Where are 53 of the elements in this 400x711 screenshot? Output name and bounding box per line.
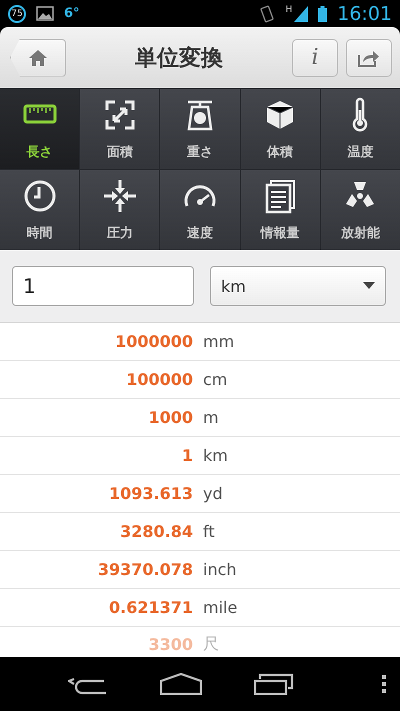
notification-badge: 75 bbox=[8, 4, 26, 22]
temperature-text: 6° bbox=[64, 6, 80, 21]
category-tab[interactable]: 速度 bbox=[160, 170, 240, 250]
result-value: 1000 bbox=[147, 408, 193, 427]
home-nav-button[interactable] bbox=[160, 673, 202, 695]
signal-icon bbox=[294, 6, 308, 22]
category-tab[interactable]: 重さ bbox=[160, 89, 240, 169]
result-value: 1093.613 bbox=[108, 484, 193, 503]
category-tab[interactable]: 情報量 bbox=[240, 170, 320, 250]
recent-apps-button[interactable] bbox=[254, 673, 294, 695]
result-value: 3300 bbox=[147, 634, 193, 654]
category-tab[interactable]: 時間 bbox=[0, 170, 80, 250]
unit-dropdown[interactable]: km bbox=[210, 266, 386, 306]
home-icon bbox=[28, 48, 48, 66]
unit-label: mile bbox=[203, 598, 238, 617]
network-type-text: H bbox=[285, 5, 292, 15]
unit-label: ft bbox=[203, 522, 215, 541]
result-value: 0.621371 bbox=[108, 598, 193, 617]
category-tab[interactable]: 圧力 bbox=[80, 170, 160, 250]
category-tab[interactable]: 温度 bbox=[320, 89, 400, 169]
home-icon bbox=[160, 673, 202, 695]
category-tab[interactable]: 面積 bbox=[80, 89, 160, 169]
category-tab[interactable]: 体積 bbox=[240, 89, 320, 169]
unit-label: km bbox=[203, 446, 228, 465]
unit-label: yd bbox=[203, 484, 223, 503]
clock-icon bbox=[22, 178, 58, 214]
vibrate-icon bbox=[259, 4, 276, 22]
result-value: 3280.84 bbox=[119, 522, 193, 541]
menu-icon bbox=[382, 675, 386, 693]
share-button[interactable] bbox=[346, 38, 392, 76]
clock-time: 16:01 bbox=[337, 2, 392, 24]
category-tab[interactable]: 長さ bbox=[0, 89, 80, 169]
unit-label: 尺 bbox=[203, 634, 219, 654]
dropdown-caret-icon bbox=[363, 282, 375, 290]
unit-label: m bbox=[203, 408, 219, 427]
category-tab[interactable]: 放射能 bbox=[320, 170, 400, 250]
battery-icon bbox=[318, 6, 328, 22]
result-value: 1000000 bbox=[114, 332, 193, 351]
home-button[interactable] bbox=[10, 38, 66, 76]
app-title: 単位変換 bbox=[134, 44, 224, 72]
share-icon bbox=[358, 48, 380, 66]
unit-label: inch bbox=[203, 560, 237, 579]
unit-label: mm bbox=[203, 332, 234, 351]
recent-apps-icon bbox=[254, 673, 294, 695]
result-value: 1 bbox=[180, 446, 193, 465]
value-input[interactable]: 1 bbox=[12, 266, 194, 306]
image-icon bbox=[36, 6, 54, 21]
result-value: 39370.078 bbox=[96, 560, 193, 579]
info-button[interactable]: i bbox=[292, 38, 338, 76]
result-value: 100000 bbox=[125, 370, 193, 389]
compress-icon bbox=[102, 178, 138, 214]
overflow-menu-button[interactable] bbox=[382, 675, 386, 693]
unit-label: cm bbox=[203, 370, 228, 389]
